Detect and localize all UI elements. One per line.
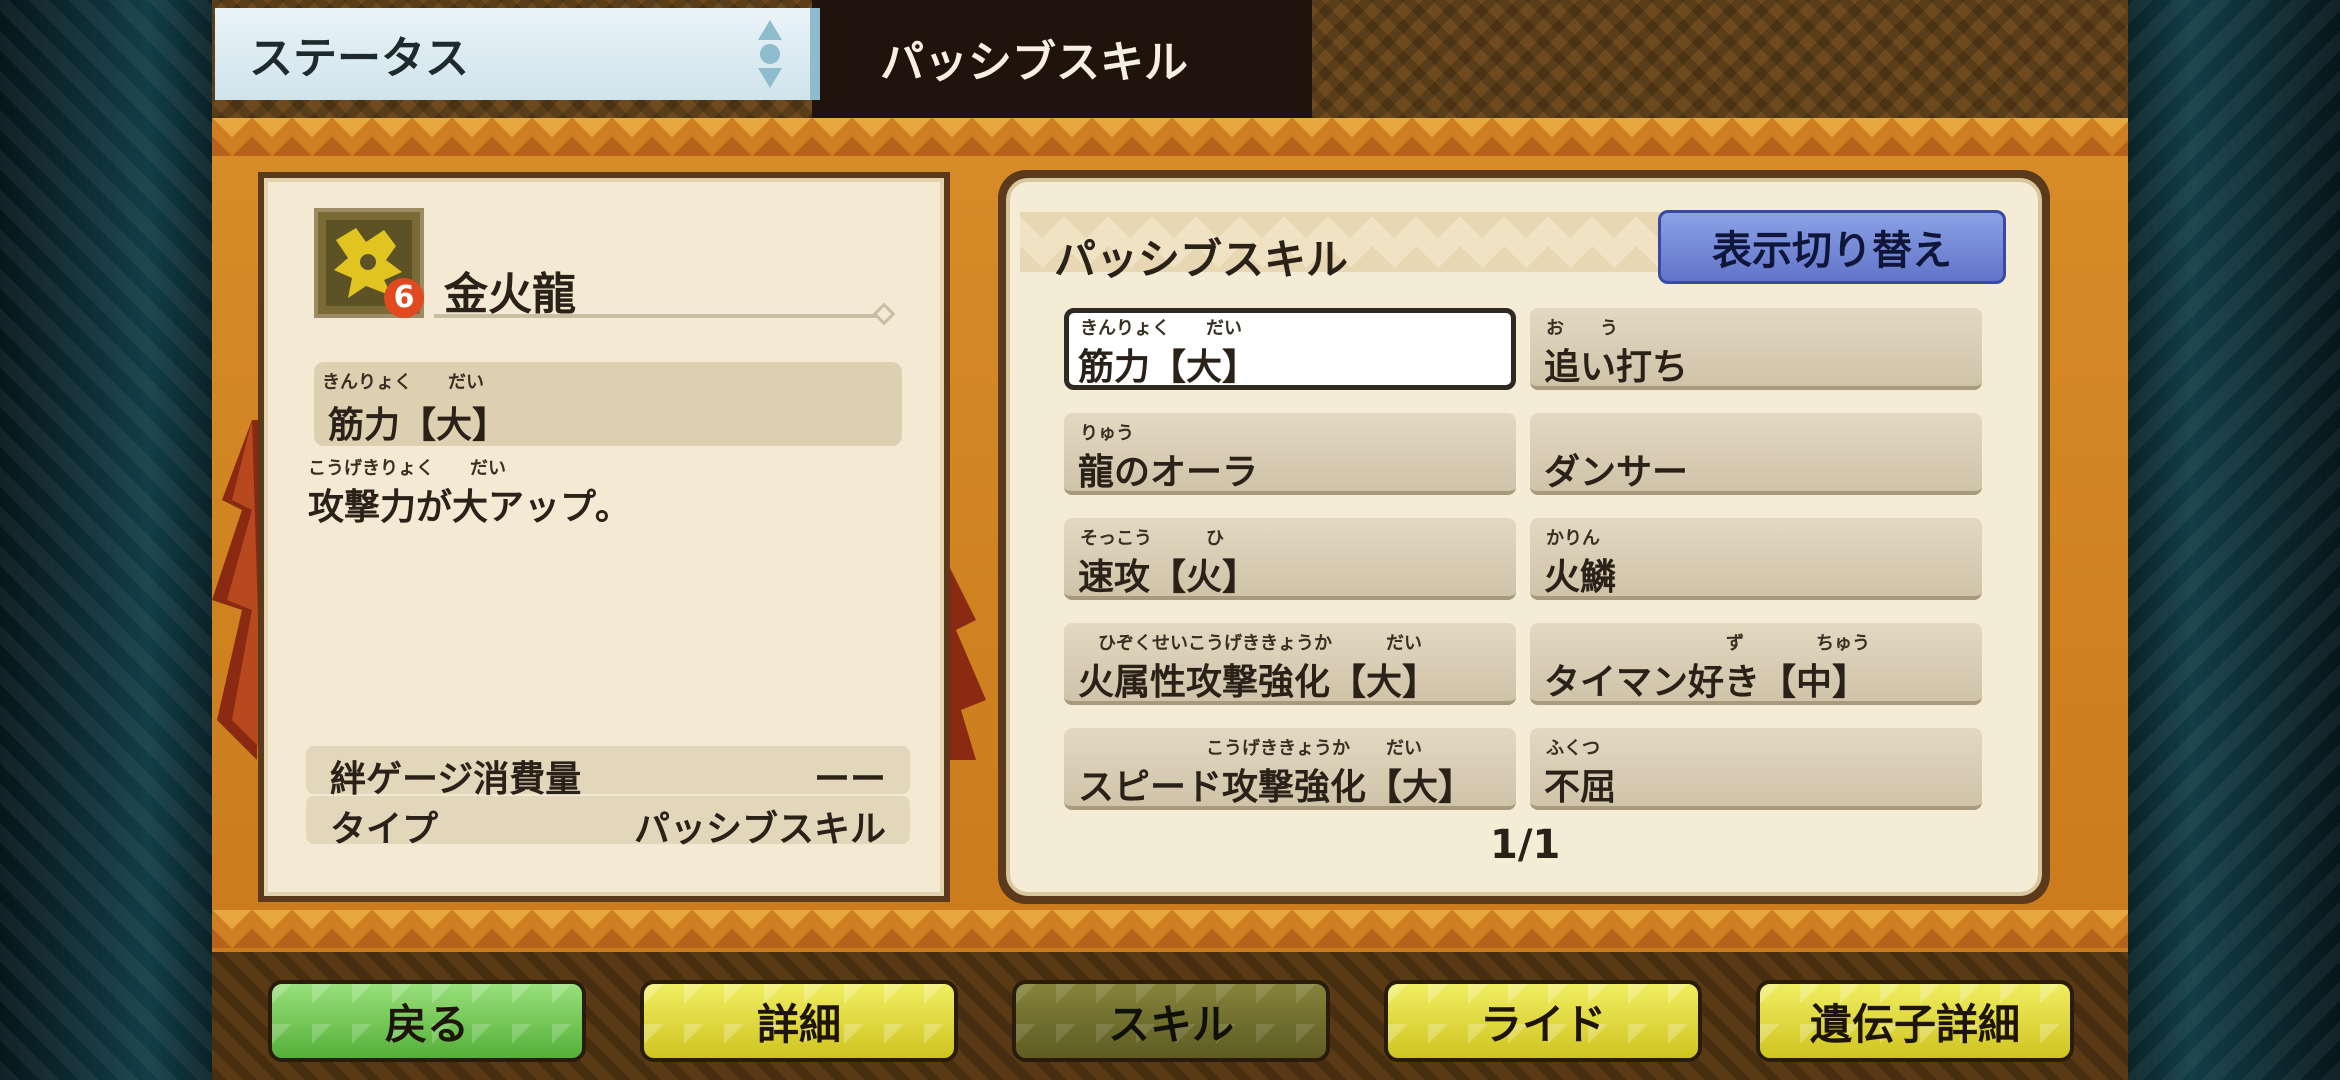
tab-status-label: ステータス xyxy=(249,33,469,84)
monster-name: 金火龍 xyxy=(444,269,576,320)
skill-item[interactable]: ず ちゅう タイマン好き【中】 xyxy=(1530,623,1982,705)
info-row-gauge-cost: 絆ゲージ消費量 ーー xyxy=(306,746,910,800)
ride-button[interactable]: ライド xyxy=(1384,980,1702,1062)
skill-ruby: ず ちゅう xyxy=(1546,633,1870,654)
skill-ruby: きんりょく だい xyxy=(1080,318,1242,339)
info-label: 絆ゲージ消費量 xyxy=(330,759,582,800)
underline-diamond-icon xyxy=(872,302,896,326)
monster-icon: 6 xyxy=(314,208,424,318)
skill-label: 追い打ち xyxy=(1544,347,1689,388)
skill-label: 速攻【火】 xyxy=(1078,557,1259,598)
description-ruby: こうげきりょく だい xyxy=(308,458,506,479)
selected-skill-box: きんりょく だい 筋力【大】 xyxy=(314,362,902,446)
page-indicator: 1/1 xyxy=(1490,822,1561,868)
skill-description: 攻撃力が大アップ。 xyxy=(308,487,631,528)
skill-ruby: ひぞくせいこうげききょうか だい xyxy=(1080,633,1422,654)
skill-item[interactable]: ダンサー xyxy=(1530,413,1982,495)
dragon-wing-left-decoration xyxy=(212,420,262,760)
skill-label: ダンサー xyxy=(1544,452,1689,493)
skill-item[interactable]: きんりょく だい 筋力【大】 xyxy=(1064,308,1516,390)
panel-title: パッシブスキル xyxy=(1054,235,1349,284)
skill-label: スピード攻撃強化【大】 xyxy=(1078,767,1475,808)
skill-label: 筋力【大】 xyxy=(1078,347,1259,388)
scroll-arrows-icon[interactable] xyxy=(756,18,784,90)
skill-item[interactable]: そっこう ひ 速攻【火】 xyxy=(1064,518,1516,600)
skill-button[interactable]: スキル xyxy=(1012,980,1330,1062)
tab-passive-skill[interactable]: パッシブスキル xyxy=(880,26,1188,90)
gene-detail-button[interactable]: 遺伝子詳細 xyxy=(1756,980,2074,1062)
info-label: タイプ xyxy=(330,809,439,850)
skill-ruby: ふくつ xyxy=(1546,738,1600,759)
skill-detail-card: 6 金火龍 きんりょく だい 筋力【大】 こうげきりょく だい 攻撃力が大アップ… xyxy=(258,172,950,902)
skill-item[interactable]: ひぞくせいこうげききょうか だい 火属性攻撃強化【大】 xyxy=(1064,623,1516,705)
name-underline xyxy=(434,314,882,318)
right-border-pattern xyxy=(2128,0,2340,1080)
skill-ruby: そっこう ひ xyxy=(1080,528,1224,549)
skill-label: 火属性攻撃強化【大】 xyxy=(1078,662,1439,703)
skill-ruby: りゅう xyxy=(1080,423,1134,444)
element-level-badge: 6 xyxy=(384,278,424,318)
skill-item[interactable]: お う 追い打ち xyxy=(1530,308,1982,390)
skill-item[interactable]: りゅう 龍のオーラ xyxy=(1064,413,1516,495)
skill-label: 不屈 xyxy=(1544,767,1617,808)
info-row-type: タイプ パッシブスキル xyxy=(306,796,910,850)
top-zigzag-band xyxy=(212,118,2128,156)
skill-item[interactable]: かりん 火鱗 xyxy=(1530,518,1982,600)
skill-ruby: かりん xyxy=(1546,528,1600,549)
info-value: パッシブスキル xyxy=(633,809,886,850)
skill-name-ruby: きんりょく だい xyxy=(322,372,484,393)
tab-status[interactable]: ステータス xyxy=(215,8,820,100)
info-value: ーー xyxy=(813,759,886,800)
passive-skill-list-inner: パッシブスキル 表示切り替え きんりょく だい 筋力【大】 お う 追い打ち り… xyxy=(1006,178,2042,896)
left-border-pattern xyxy=(0,0,212,1080)
skill-item[interactable]: こうげききょうか だい スピード攻撃強化【大】 xyxy=(1064,728,1516,810)
detail-button[interactable]: 詳細 xyxy=(640,980,958,1062)
bottom-zigzag-band xyxy=(212,910,2128,948)
dragon-wing-right-decoration xyxy=(946,560,986,760)
skill-label: 火鱗 xyxy=(1544,557,1617,598)
selected-skill-name: 筋力【大】 xyxy=(328,405,509,446)
skill-label: 龍のオーラ xyxy=(1078,452,1259,493)
back-button[interactable]: 戻る xyxy=(268,980,586,1062)
display-toggle-button[interactable]: 表示切り替え xyxy=(1658,210,2006,284)
skill-ruby: お う xyxy=(1546,318,1618,339)
passive-skill-list-card: パッシブスキル 表示切り替え きんりょく だい 筋力【大】 お う 追い打ち り… xyxy=(998,170,2050,904)
skill-label: タイマン好き【中】 xyxy=(1544,662,1869,703)
skill-item[interactable]: ふくつ 不屈 xyxy=(1530,728,1982,810)
skill-ruby: こうげききょうか だい xyxy=(1080,738,1422,759)
